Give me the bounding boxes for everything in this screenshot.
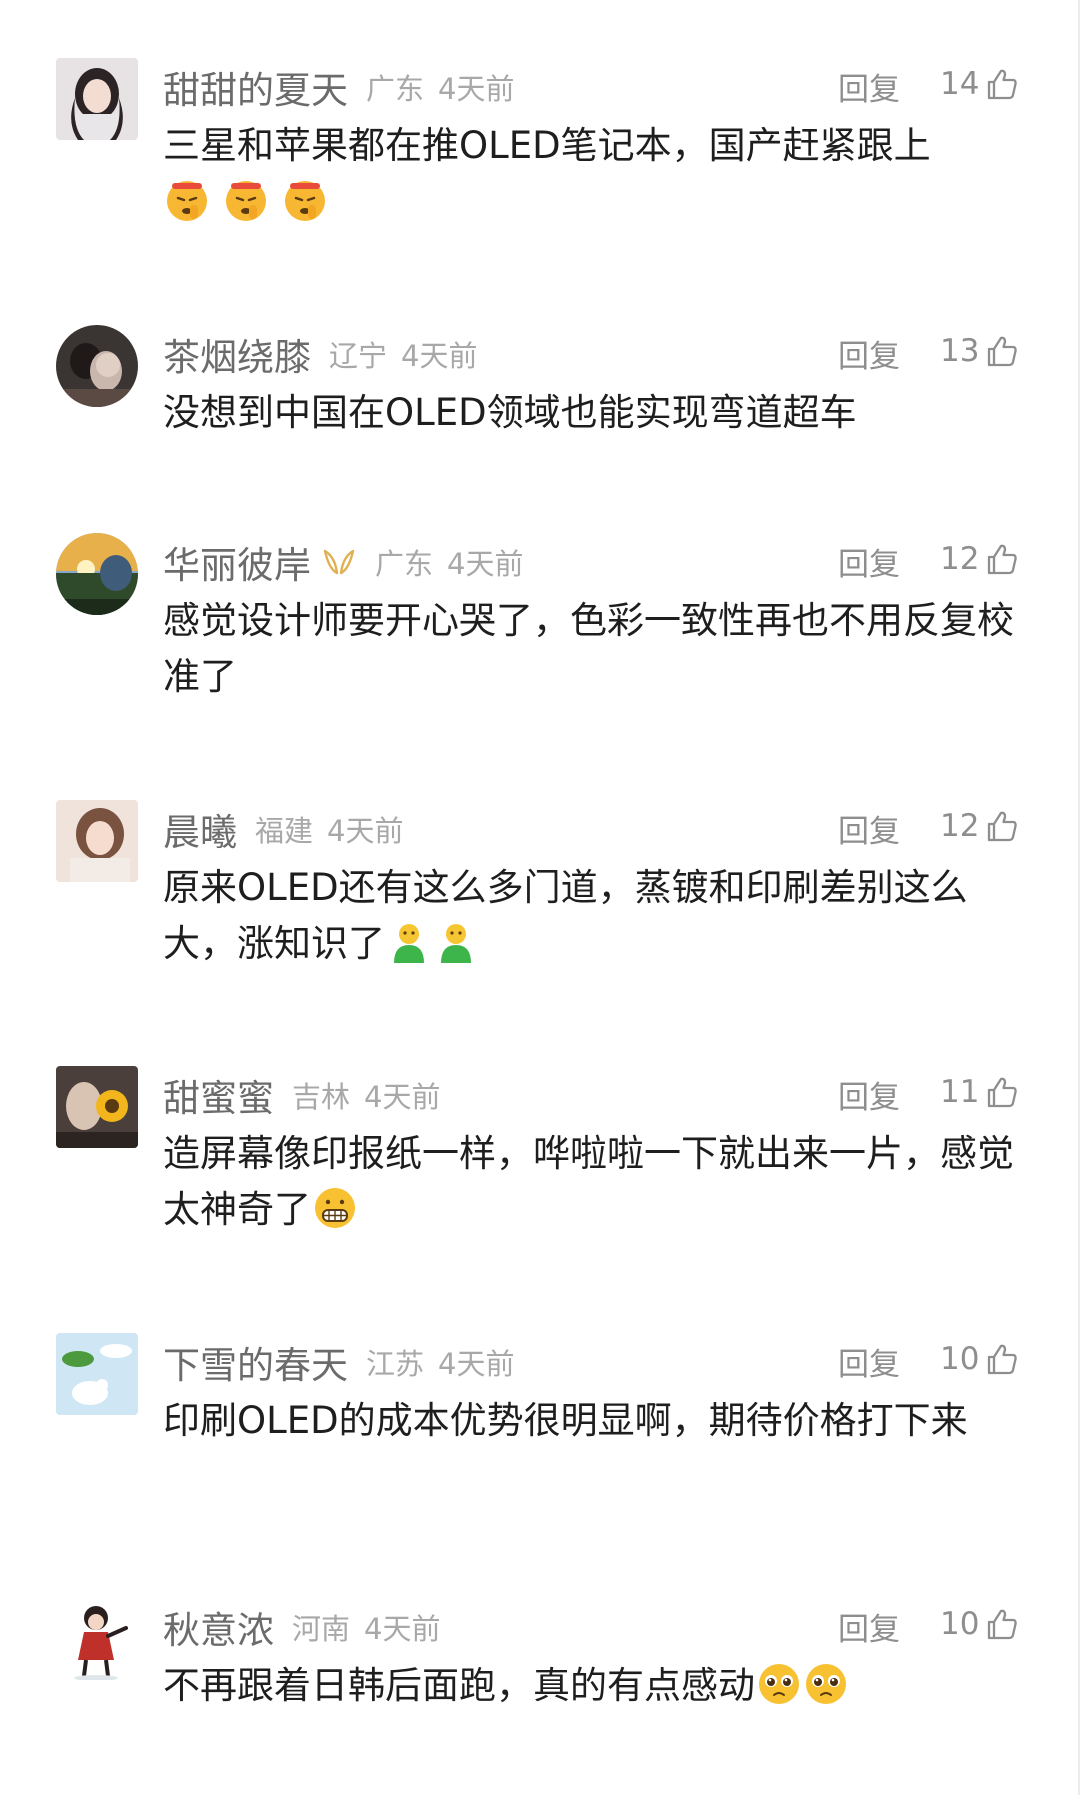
comment-text: 没想到中国在OLED领域也能实现弯道超车	[163, 385, 1033, 441]
timestamp: 4天前	[401, 339, 478, 373]
comment-body: 印刷OLED的成本优势很明显啊，期待价格打下来	[163, 1399, 968, 1442]
timestamp: 4天前	[364, 1612, 441, 1646]
avatar[interactable]	[56, 1066, 138, 1148]
reply-button[interactable]: 回复	[838, 806, 900, 851]
location: 广东	[375, 547, 434, 581]
green-person-icon	[433, 919, 479, 965]
comment-body: 造屏幕像印报纸一样，哗啦啦一下就出来一片，感觉太神奇了	[163, 1132, 1014, 1231]
thumbs-up-icon	[985, 542, 1019, 576]
timestamp: 4天前	[327, 814, 404, 848]
location: 广东	[366, 72, 425, 106]
comment-meta: 秋意浓 河南 4天前	[163, 1602, 440, 1652]
timestamp: 4天前	[438, 72, 515, 106]
pleading-face-icon	[756, 1661, 802, 1707]
username[interactable]: 下雪的春天	[163, 1335, 348, 1389]
reply-button[interactable]: 回复	[838, 1339, 900, 1384]
avatar-woman-photo	[56, 800, 138, 882]
shushing-face-icon	[223, 177, 269, 223]
comment-body: 三星和苹果都在推OLED笔记本，国产赶紧跟上	[163, 124, 931, 167]
avatar[interactable]	[56, 533, 138, 615]
like-count: 13	[940, 333, 980, 369]
comment-text: 印刷OLED的成本优势很明显啊，期待价格打下来	[163, 1393, 1033, 1449]
comment-body: 不再跟着日韩后面跑，真的有点感动	[163, 1664, 755, 1707]
avatar-girl-photo	[56, 58, 138, 140]
avatar[interactable]	[56, 58, 138, 140]
like-button[interactable]: 14	[940, 62, 1019, 106]
like-count: 12	[940, 541, 980, 577]
like-count: 11	[940, 1074, 980, 1110]
thumbs-up-icon	[985, 1607, 1019, 1641]
comment-meta: 茶烟绕膝 辽宁 4天前	[163, 329, 477, 379]
comment-meta: 甜甜的夏天 广东 4天前	[163, 62, 514, 112]
reply-button[interactable]: 回复	[838, 64, 900, 109]
shushing-face-icon	[282, 177, 328, 223]
avatar-cartoon-girl	[56, 1598, 138, 1680]
username[interactable]: 晨曦	[163, 802, 237, 856]
reply-button[interactable]: 回复	[838, 331, 900, 376]
like-button[interactable]: 10	[940, 1602, 1019, 1646]
shushing-face-icon	[164, 177, 210, 223]
comment-text: 造屏幕像印报纸一样，哗啦啦一下就出来一片，感觉太神奇了	[163, 1126, 1033, 1238]
location: 吉林	[292, 1080, 351, 1114]
location: 江苏	[366, 1347, 425, 1381]
thumbs-up-icon	[985, 1075, 1019, 1109]
comment-text: 三星和苹果都在推OLED笔记本，国产赶紧跟上	[163, 118, 1033, 230]
comment-text: 感觉设计师要开心哭了，色彩一致性再也不用反复校准了	[163, 593, 1033, 705]
pleading-face-icon	[803, 1661, 849, 1707]
like-count: 12	[940, 808, 980, 844]
like-count: 10	[940, 1341, 980, 1377]
avatar-couple-photo	[56, 325, 138, 407]
thumbs-up-icon	[985, 809, 1019, 843]
username[interactable]: 秋意浓	[163, 1600, 274, 1654]
like-button[interactable]: 12	[940, 804, 1019, 848]
comment-text: 不再跟着日韩后面跑，真的有点感动	[163, 1658, 1033, 1714]
reply-button[interactable]: 回复	[838, 1072, 900, 1117]
username[interactable]: 甜蜜蜜	[163, 1068, 274, 1122]
comment-meta: 华丽彼岸 广东 4天前	[163, 537, 523, 587]
avatar-sunflower-photo	[56, 1066, 138, 1148]
comment-body: 没想到中国在OLED领域也能实现弯道超车	[163, 391, 857, 434]
grimacing-face-icon	[312, 1185, 358, 1231]
green-person-icon	[386, 919, 432, 965]
username[interactable]: 茶烟绕膝	[163, 327, 311, 381]
reply-button[interactable]: 回复	[838, 539, 900, 584]
location: 河南	[292, 1612, 351, 1646]
timestamp: 4天前	[438, 1347, 515, 1381]
thumbs-up-icon	[985, 1342, 1019, 1376]
avatar[interactable]	[56, 1333, 138, 1415]
comment-meta: 甜蜜蜜 吉林 4天前	[163, 1070, 440, 1120]
avatar[interactable]	[56, 1598, 138, 1680]
like-button[interactable]: 12	[940, 537, 1019, 581]
comment-list: 甜甜的夏天 广东 4天前 回复 14 三星和苹果都在推OLED笔记本，国产赶紧跟…	[0, 0, 1080, 1795]
comment-meta: 下雪的春天 江苏 4天前	[163, 1337, 514, 1387]
avatar-sunset-photo	[56, 533, 138, 615]
avatar[interactable]	[56, 800, 138, 882]
comment-meta: 晨曦 福建 4天前	[163, 804, 403, 854]
like-button[interactable]: 11	[940, 1070, 1019, 1114]
thumbs-up-icon	[985, 67, 1019, 101]
comment-text: 原来OLED还有这么多门道，蒸镀和印刷差别这么大，涨知识了	[163, 860, 1033, 972]
thumbs-up-icon	[985, 334, 1019, 368]
avatar-sky-bird-photo	[56, 1333, 138, 1415]
like-button[interactable]: 13	[940, 329, 1019, 373]
reply-button[interactable]: 回复	[838, 1604, 900, 1649]
timestamp: 4天前	[447, 547, 524, 581]
like-count: 14	[940, 66, 980, 102]
vip-badge-icon	[321, 547, 357, 577]
location: 辽宁	[329, 339, 388, 373]
like-button[interactable]: 10	[940, 1337, 1019, 1381]
like-count: 10	[940, 1606, 980, 1642]
username[interactable]: 甜甜的夏天	[163, 60, 348, 114]
timestamp: 4天前	[364, 1080, 441, 1114]
comment-body: 感觉设计师要开心哭了，色彩一致性再也不用反复校准了	[163, 599, 1014, 698]
location: 福建	[255, 814, 314, 848]
comment-body: 原来OLED还有这么多门道，蒸镀和印刷差别这么大，涨知识了	[163, 866, 968, 965]
username[interactable]: 华丽彼岸	[163, 535, 311, 589]
avatar[interactable]	[56, 325, 138, 407]
